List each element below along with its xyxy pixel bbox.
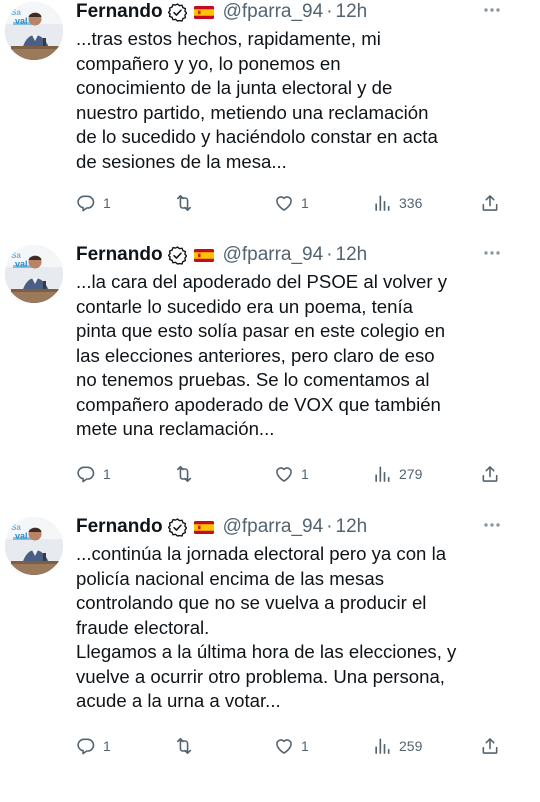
author-name[interactable]: Fernando xyxy=(76,244,163,266)
share-button[interactable] xyxy=(480,461,500,487)
author-handle[interactable]: @fparra_94 xyxy=(223,1,324,23)
retweet-icon xyxy=(174,464,194,484)
heart-icon xyxy=(274,736,294,756)
reply-bubble-icon xyxy=(76,736,96,756)
author-handle[interactable]: @fparra_94 xyxy=(223,244,324,266)
separator: · xyxy=(326,1,333,22)
separator: · xyxy=(326,244,333,265)
heart-icon xyxy=(274,464,294,484)
tweet-text: ...tras estos hechos, rapidamente, mi co… xyxy=(76,28,438,172)
retweet-button[interactable] xyxy=(174,461,201,487)
author-name[interactable]: Fernando xyxy=(76,1,163,23)
like-button[interactable]: 1 xyxy=(274,733,309,759)
tweet-header: Fernando @fparra_94 · 12h xyxy=(76,515,530,539)
view-count: 259 xyxy=(399,738,423,754)
share-button[interactable] xyxy=(480,733,500,759)
tweet-header: Fernando @fparra_94 · 12h xyxy=(76,243,530,267)
action-bar: 1 1 279 xyxy=(76,461,506,487)
reply-count: 1 xyxy=(103,466,111,482)
share-upload-icon xyxy=(480,464,500,484)
tweet-header: Fernando @fparra_94 · 12h xyxy=(76,0,530,24)
separator: · xyxy=(326,516,333,537)
timestamp[interactable]: 12h xyxy=(336,1,368,23)
share-upload-icon xyxy=(480,193,500,213)
retweet-button[interactable] xyxy=(174,733,201,759)
view-count: 336 xyxy=(399,195,423,211)
more-dots-icon[interactable] xyxy=(482,519,502,531)
like-count: 1 xyxy=(301,738,309,754)
analytics-bars-icon xyxy=(372,193,392,213)
verified-badge-icon xyxy=(168,3,187,22)
retweet-icon xyxy=(174,736,194,756)
views-button[interactable]: 259 xyxy=(372,733,422,759)
reply-bubble-icon xyxy=(76,193,96,213)
reply-button[interactable]: 1 xyxy=(76,461,111,487)
reply-button[interactable]: 1 xyxy=(76,733,111,759)
retweet-icon xyxy=(174,193,194,213)
spain-flag-icon xyxy=(194,521,214,534)
share-button[interactable] xyxy=(480,190,500,216)
like-count: 1 xyxy=(301,466,309,482)
spain-flag-icon xyxy=(194,6,214,19)
verified-badge-icon xyxy=(168,518,187,537)
tweet-text: ...continúa la jornada electoral pero ya… xyxy=(76,543,457,711)
view-count: 279 xyxy=(399,466,423,482)
retweet-button[interactable] xyxy=(174,190,201,216)
author-handle[interactable]: @fparra_94 xyxy=(223,516,324,538)
heart-icon xyxy=(274,193,294,213)
like-count: 1 xyxy=(301,195,309,211)
action-bar: 1 1 336 xyxy=(76,190,506,216)
like-button[interactable]: 1 xyxy=(274,190,309,216)
tweet-text: ...la cara del apoderado del PSOE al vol… xyxy=(76,271,448,439)
author-name[interactable]: Fernando xyxy=(76,516,163,538)
analytics-bars-icon xyxy=(372,736,392,756)
timestamp[interactable]: 12h xyxy=(336,516,368,538)
avatar[interactable] xyxy=(5,517,63,575)
action-bar: 1 1 259 xyxy=(76,733,506,759)
more-dots-icon[interactable] xyxy=(482,4,502,16)
reply-count: 1 xyxy=(103,738,111,754)
timestamp[interactable]: 12h xyxy=(336,244,368,266)
views-button[interactable]: 279 xyxy=(372,461,422,487)
verified-badge-icon xyxy=(168,246,187,265)
reply-bubble-icon xyxy=(76,464,96,484)
views-button[interactable]: 336 xyxy=(372,190,422,216)
avatar[interactable] xyxy=(5,245,63,303)
more-dots-icon[interactable] xyxy=(482,247,502,259)
like-button[interactable]: 1 xyxy=(274,461,309,487)
reply-button[interactable]: 1 xyxy=(76,190,111,216)
analytics-bars-icon xyxy=(372,464,392,484)
share-upload-icon xyxy=(480,736,500,756)
spain-flag-icon xyxy=(194,249,214,262)
reply-count: 1 xyxy=(103,195,111,211)
avatar[interactable] xyxy=(5,2,63,60)
timeline: Fernando @fparra_94 · 12h ...tras estos … xyxy=(0,0,540,802)
